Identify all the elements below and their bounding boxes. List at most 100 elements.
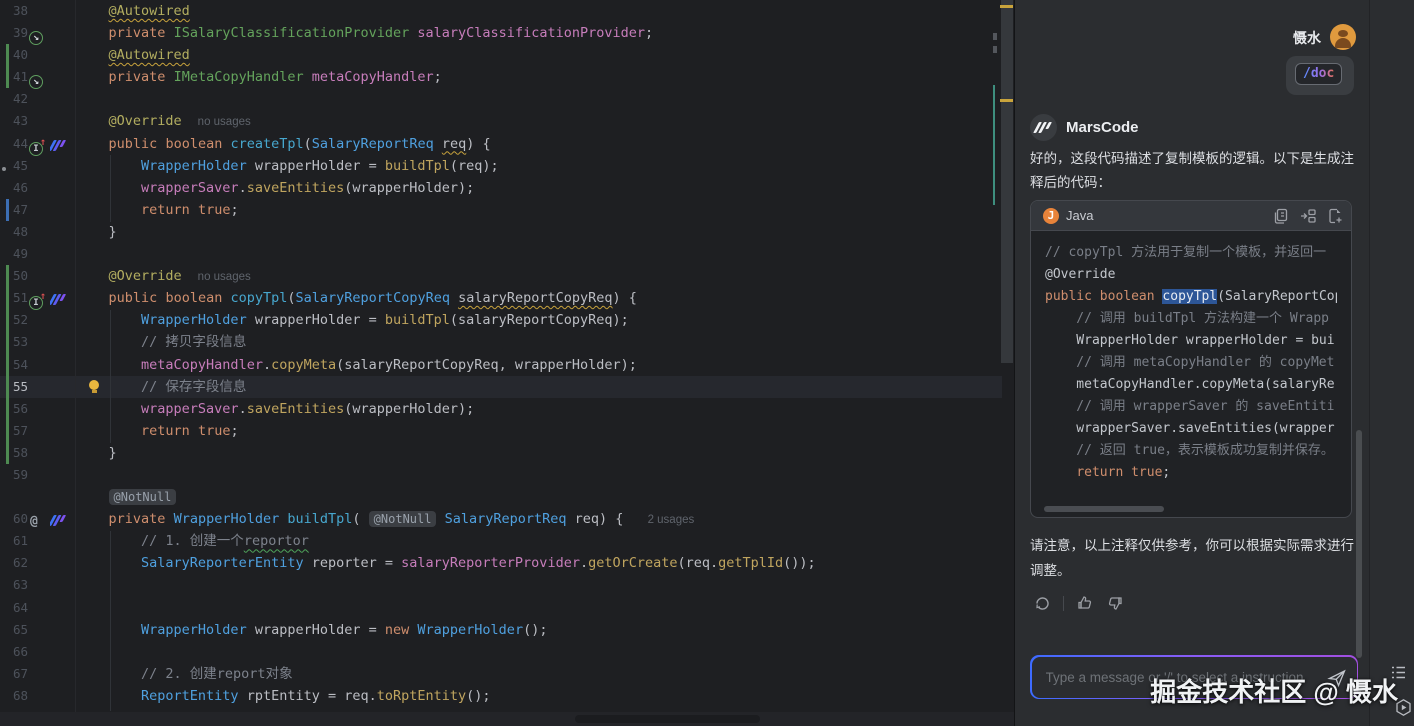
code-line[interactable]: 56 wrapperSaver.saveEntities(wrapperHold… <box>0 398 1002 420</box>
ide-window: 38 @Autowired39↘ private ISalaryClassifi… <box>0 0 1414 726</box>
warning-stripe-mark[interactable] <box>1000 99 1013 102</box>
code-line[interactable]: 64 <box>0 597 1002 619</box>
code-line[interactable]: 53 // 拷贝字段信息 <box>0 331 1002 353</box>
copy-icon[interactable] <box>1271 207 1289 225</box>
panel-rail-separator <box>1369 0 1370 726</box>
code-line[interactable]: 67 // 2. 创建report对象 <box>0 663 1002 685</box>
user-avatar[interactable] <box>1330 24 1356 50</box>
changed-lines-stripe <box>993 85 995 205</box>
insert-at-cursor-icon[interactable] <box>1299 207 1317 225</box>
create-new-file-icon[interactable] <box>1326 207 1344 225</box>
code-line[interactable]: 47 return true; <box>0 199 1002 221</box>
indent-guide <box>110 310 111 443</box>
line-number: 49 <box>13 243 28 265</box>
chat-scrollbar-thumb[interactable] <box>1356 430 1362 658</box>
code-line[interactable]: 65 WrapperHolder wrapperHolder = new Wra… <box>0 619 1002 641</box>
code-line[interactable]: 62 SalaryReporterEntity reporter = salar… <box>0 552 1002 574</box>
code-line[interactable]: 38 @Autowired <box>0 0 1002 22</box>
code-line[interactable]: 54 metaCopyHandler.copyMeta(salaryReport… <box>0 354 1002 376</box>
code-line[interactable]: 46 wrapperSaver.saveEntities(wrapperHold… <box>0 177 1002 199</box>
line-number: 55 <box>13 376 28 398</box>
code-block-line: // 调用 wrapperSaver 的 saveEntiti <box>1045 396 1337 418</box>
marscode-logo-icon <box>1030 114 1057 141</box>
marscode-gutter-icon[interactable] <box>50 292 67 305</box>
code-line[interactable]: 44I↑ public boolean createTpl(SalaryRepo… <box>0 133 1002 155</box>
horizontal-scrollbar-thumb[interactable] <box>575 715 760 723</box>
line-number: 67 <box>13 663 28 685</box>
code-block-body[interactable]: // copyTpl 方法用于复制一个模板，并返回一@Overridepubli… <box>1031 231 1351 484</box>
indent-guide <box>110 155 111 222</box>
assistant-note-text: 请注意，以上注释仅供参考，你可以根据实际需求进行调整。 <box>1030 533 1362 583</box>
line-number: 45 <box>13 155 28 177</box>
warning-stripe-mark[interactable] <box>1000 5 1013 8</box>
code-line[interactable]: 52 WrapperHolder wrapperHolder = buildTp… <box>0 309 1002 331</box>
code-line[interactable]: 51I↑ public boolean copyTpl(SalaryReport… <box>0 287 1002 309</box>
code-block-line: metaCopyHandler.copyMeta(salaryRe <box>1045 374 1337 396</box>
line-number: 52 <box>13 309 28 331</box>
code-block-line: public boolean copyTpl(SalaryReportCopyR… <box>1045 286 1337 308</box>
line-number: 63 <box>13 574 28 596</box>
editor-horizontal-scrollbar[interactable] <box>0 712 1014 726</box>
usages-hint[interactable]: no usages <box>198 271 251 283</box>
code-line[interactable]: 42 <box>0 88 1002 110</box>
slash-command-chip[interactable]: /doc <box>1295 63 1342 85</box>
user-message-bubble: /doc <box>1286 56 1354 95</box>
vcs-change-marker <box>6 265 9 287</box>
code-block-language: Java <box>1066 208 1093 223</box>
line-number: 38 <box>13 0 28 22</box>
line-number: 48 <box>13 221 28 243</box>
action-divider <box>1063 596 1064 611</box>
inlay-hint-line[interactable]: @NotNull <box>0 486 1002 508</box>
code-editor[interactable]: 38 @Autowired39↘ private ISalaryClassifi… <box>0 0 1014 726</box>
vcs-change-marker <box>6 66 9 88</box>
thumbs-down-icon[interactable] <box>1106 594 1124 612</box>
editor-scrollbar-thumb[interactable] <box>1001 0 1013 363</box>
line-number: 43 <box>13 110 28 132</box>
vcs-change-marker <box>6 398 9 420</box>
code-line[interactable]: 41↘ private IMetaCopyHandler metaCopyHan… <box>0 66 1002 88</box>
code-line[interactable]: 49 <box>0 243 1002 265</box>
code-line[interactable]: 68 ReportEntity rptEntity = req.toRptEnt… <box>0 685 1002 707</box>
line-number: 53 <box>13 331 28 353</box>
code-line[interactable]: 40 @Autowired <box>0 44 1002 66</box>
code-line[interactable]: 63 <box>0 574 1002 596</box>
usages-hint[interactable]: 2 usages <box>648 514 695 526</box>
java-language-icon: J <box>1043 208 1059 224</box>
vcs-change-marker <box>6 309 9 331</box>
gutter-separator <box>75 0 76 712</box>
code-line[interactable]: 66 <box>0 641 1002 663</box>
usages-hint[interactable]: no usages <box>198 116 251 128</box>
code-block-hscrollbar-thumb[interactable] <box>1044 506 1164 512</box>
code-line[interactable]: 43 @Overrideno usages <box>0 110 1002 132</box>
line-number: 47 <box>13 199 28 221</box>
code-line[interactable]: 48 } <box>0 221 1002 243</box>
marscode-gutter-icon[interactable] <box>50 138 67 151</box>
assistant-intro-text: 好的，这段代码描述了复制模板的逻辑。以下是生成注释后的代码： <box>1030 147 1362 195</box>
watermark-text: 掘金技术社区 @ 慑水 <box>1150 672 1398 709</box>
code-line[interactable]: 57 return true; <box>0 420 1002 442</box>
code-line[interactable]: 45 WrapperHolder wrapperHolder = buildTp… <box>0 155 1002 177</box>
marscode-gutter-icon[interactable] <box>50 513 67 526</box>
code-line[interactable]: 55 // 保存字段信息 <box>0 376 1002 398</box>
code-block-line: // 调用 buildTpl 方法构建一个 Wrapp <box>1045 308 1337 330</box>
code-line[interactable]: 39↘ private ISalaryClassificationProvide… <box>0 22 1002 44</box>
chat-code-block: J Java // co <box>1030 200 1352 518</box>
code-block-line: @Override <box>1045 264 1337 286</box>
thumbs-up-icon[interactable] <box>1076 594 1094 612</box>
line-number: 65 <box>13 619 28 641</box>
vcs-change-marker <box>6 442 9 464</box>
avatar-person-icon <box>1338 30 1348 37</box>
regenerate-icon[interactable] <box>1034 595 1051 612</box>
code-line[interactable]: 59 <box>0 464 1002 486</box>
line-number: 39 <box>13 22 28 44</box>
code-block-line: // 调用 metaCopyHandler 的 copyMet <box>1045 352 1337 374</box>
message-action-bar <box>1034 592 1124 614</box>
code-line[interactable]: 50 @Overrideno usages <box>0 265 1002 287</box>
code-line[interactable]: 58 } <box>0 442 1002 464</box>
annotation-gutter-icon[interactable]: @ <box>30 510 38 532</box>
code-line[interactable]: 61 // 1. 创建一个reportor <box>0 530 1002 552</box>
vcs-change-marker <box>6 354 9 376</box>
stripe-mark <box>993 33 997 40</box>
code-line[interactable]: 60@ private WrapperHolder buildTpl( @Not… <box>0 508 1002 530</box>
code-block-line: wrapperSaver.saveEntities(wrapper <box>1045 418 1337 440</box>
